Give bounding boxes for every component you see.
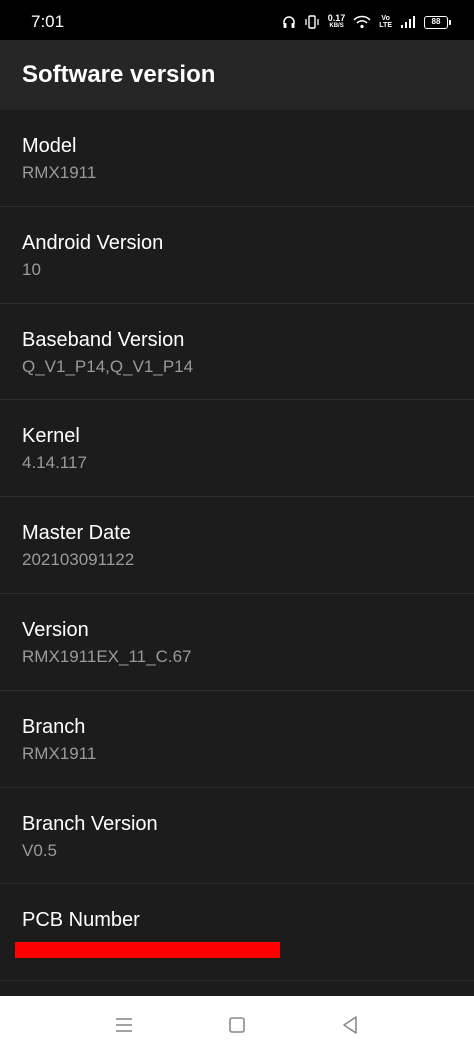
list-item-branch[interactable]: Branch RMX1911: [0, 691, 474, 788]
item-title: Kernel: [22, 425, 80, 448]
list-item-kernel[interactable]: Kernel 4.14.117: [0, 400, 474, 498]
menu-icon[interactable]: [113, 1014, 135, 1036]
network-speed-unit: KB/S: [329, 23, 344, 29]
list-item-model[interactable]: Model RMX1911: [0, 110, 474, 207]
item-title: Android Version: [22, 231, 164, 254]
volte-indicator: Vo LTE: [379, 15, 392, 29]
network-speed-value: 0.17: [327, 13, 346, 23]
item-value: 4.14.117: [22, 453, 87, 473]
status-bar: 7:01 0.17 KB/S Vo LTE 88: [0, 0, 474, 40]
vibrate-icon: [304, 15, 320, 29]
headset-icon: [282, 15, 296, 29]
item-value: 202103091122: [22, 550, 135, 570]
app-header: Software version: [0, 40, 474, 110]
item-title: Model: [22, 135, 77, 157]
item-title: Branch Version: [22, 812, 158, 835]
item-value: Q_V1_P14,Q_V1_P14: [22, 356, 194, 376]
list-item-pcb-number[interactable]: PCB Number: [0, 884, 474, 982]
battery-icon: 88: [424, 15, 451, 29]
status-icons: 0.17 KB/S Vo LTE 88: [282, 13, 451, 31]
signal-icon: [400, 15, 416, 29]
redaction-bar: [15, 942, 280, 959]
network-speed: 0.17 KB/S: [328, 14, 346, 30]
list-item-version[interactable]: Version RMX1911EX_11_C.67: [0, 594, 474, 691]
item-value: RMX1911EX_11_C.67: [22, 646, 192, 666]
navigation-bar: [0, 996, 474, 1053]
software-info-list: Model RMX1911 Android Version 10 Baseban…: [0, 110, 474, 982]
list-item-branch-version[interactable]: Branch Version V0.5: [0, 788, 474, 885]
screen: 7:01 0.17 KB/S Vo LTE 88 Software versio…: [0, 0, 474, 1053]
item-title: Branch: [22, 715, 86, 738]
item-value: V0.5: [22, 840, 57, 860]
status-time: 7:01: [31, 12, 65, 31]
item-value: 10: [22, 259, 41, 279]
volte-top: Vo: [381, 15, 390, 22]
volte-bottom: LTE: [379, 22, 392, 29]
list-item-android-version[interactable]: Android Version 10: [0, 207, 474, 304]
back-icon[interactable]: [339, 1014, 361, 1036]
item-title: Version: [22, 618, 89, 641]
list-item-baseband-version[interactable]: Baseband Version Q_V1_P14,Q_V1_P14: [0, 304, 474, 401]
item-value: RMX1911: [22, 743, 97, 763]
list-item-master-date[interactable]: Master Date 202103091122: [0, 497, 474, 594]
item-title: Baseband Version: [22, 328, 185, 351]
home-icon[interactable]: [226, 1014, 248, 1036]
item-title: PCB Number: [22, 909, 140, 932]
wifi-icon: [353, 15, 371, 29]
item-title: Master Date: [22, 522, 131, 545]
battery-level: 88: [431, 16, 441, 26]
item-value: RMX1911: [22, 163, 97, 182]
page-title: Software version: [22, 61, 216, 88]
